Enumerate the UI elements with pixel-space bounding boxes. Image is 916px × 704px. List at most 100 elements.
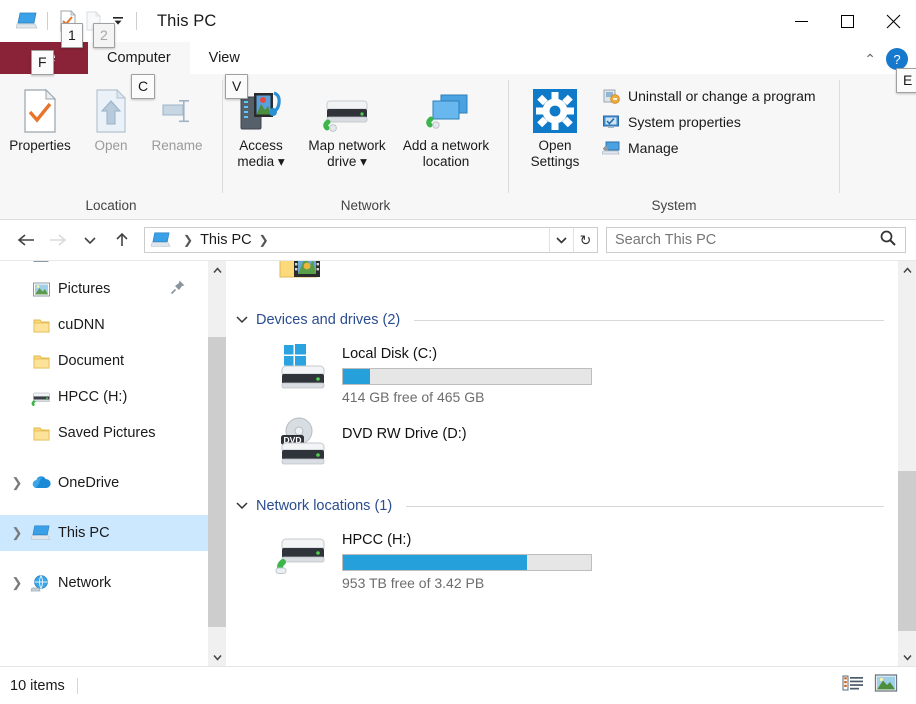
navigation-scrollbar[interactable]	[208, 261, 226, 666]
nav-label-network: Network	[58, 575, 112, 591]
large-icons-view-button[interactable]	[874, 673, 898, 698]
nav-item-hpcc[interactable]: HPCC (H:)	[0, 379, 208, 415]
local-disk-icon	[270, 341, 336, 393]
search-icon[interactable]	[879, 229, 897, 252]
nav-item-cudnn[interactable]: cuDNN	[0, 307, 208, 343]
content-scroll-up-button[interactable]	[898, 261, 916, 279]
uninstall-program-icon	[601, 86, 621, 106]
item-dvd-rw-drive-d[interactable]: DVD DVD RW Drive (D:)	[226, 411, 898, 475]
status-bar: 10 items	[0, 666, 916, 704]
ribbon-group-system-items: Open Settings Uninstall or change a prog…	[509, 74, 839, 196]
nav-scroll-track[interactable]	[208, 279, 226, 648]
nav-expander-this-pc[interactable]: ❯	[6, 525, 28, 541]
breadcrumb-dropdown-icon[interactable]	[549, 228, 573, 252]
nav-label-hpcc: HPCC (H:)	[58, 389, 128, 405]
ribbon-right-controls: ⌃ ?	[864, 48, 908, 70]
title-divider	[136, 12, 137, 30]
uninstall-program-button[interactable]: Uninstall or change a program	[599, 84, 822, 108]
item-hpcc-h[interactable]: HPCC (H:) 953 TB free of 3.42 PB	[226, 521, 898, 597]
breadcrumb-segment-this-pc[interactable]: This PC	[200, 232, 252, 248]
back-button[interactable]	[10, 225, 42, 255]
nav-scroll-down-button[interactable]	[208, 648, 226, 666]
close-button[interactable]	[870, 0, 916, 42]
content-scroll-track[interactable]	[898, 279, 916, 648]
open-settings-button[interactable]: Open Settings	[517, 82, 593, 174]
content-scroll-thumb[interactable]	[898, 471, 916, 631]
map-network-drive-button[interactable]: Map network drive ▾	[299, 82, 395, 174]
pictures-icon	[28, 281, 54, 298]
details-view-button[interactable]	[842, 674, 864, 697]
settings-gear-icon	[530, 86, 580, 136]
nav-scroll-up-button[interactable]	[208, 261, 226, 279]
view-buttons	[842, 673, 906, 698]
item-local-disk-c[interactable]: Local Disk (C:) 414 GB free of 465 GB	[226, 335, 898, 411]
nav-item-pictures[interactable]: Pictures	[0, 271, 208, 307]
window-title: This PC	[157, 11, 217, 30]
open-icon	[92, 86, 130, 136]
item-hpcc-h-label: HPCC (H:)	[342, 532, 412, 548]
tab-view[interactable]: View	[190, 42, 259, 74]
nav-item-onedrive[interactable]: ❯ OneDrive	[0, 465, 208, 501]
up-button[interactable]	[106, 225, 138, 255]
item-videos[interactable]: Videos	[226, 261, 898, 283]
keytip-qat-2: 2	[93, 23, 115, 48]
capacity-bar-hpcc-h	[342, 554, 592, 571]
recent-locations-button[interactable]	[74, 225, 106, 255]
qat-divider	[47, 12, 48, 30]
add-network-location-icon	[419, 86, 473, 136]
ribbon-divider-3	[839, 80, 840, 193]
content-scrollbar[interactable]	[898, 261, 916, 666]
search-input[interactable]	[615, 232, 879, 248]
network-icon	[28, 574, 54, 592]
group-title-devices: Devices and drives (2)	[256, 312, 401, 328]
system-properties-button[interactable]: System properties	[599, 110, 822, 134]
help-label: ?	[893, 51, 901, 67]
chevron-down-icon[interactable]	[236, 313, 250, 327]
ribbon-group-location-label: Location	[85, 198, 137, 213]
nav-item-saved-pictures[interactable]: Saved Pictures	[0, 415, 208, 451]
nav-group-gap-1	[0, 451, 208, 465]
pin-icon[interactable]	[170, 279, 186, 300]
folder-icon	[28, 317, 54, 334]
group-header-devices-and-drives[interactable]: Devices and drives (2)	[226, 305, 898, 335]
keytip-tab-computer: C	[131, 74, 156, 99]
capacity-bar-fill	[343, 369, 371, 384]
manage-button[interactable]: Manage	[599, 136, 822, 160]
help-button[interactable]: ?	[886, 48, 908, 70]
breadcrumb-separator-1[interactable]: ❯	[252, 233, 276, 247]
search-box[interactable]	[606, 227, 906, 253]
breadcrumb-separator-root[interactable]: ❯	[176, 233, 200, 247]
refresh-button[interactable]: ↻	[573, 228, 597, 252]
ribbon-group-location-items: Properties Open Rename	[0, 74, 222, 196]
maximize-button[interactable]	[824, 0, 870, 42]
nav-item-documents[interactable]: Documents	[0, 261, 208, 271]
content-list: Videos Devices and drives (2)	[226, 261, 898, 597]
nav-expander-onedrive[interactable]: ❯	[6, 475, 28, 491]
nav-item-network[interactable]: ❯ Network	[0, 565, 208, 601]
map-network-drive-label: Map network drive	[308, 138, 386, 169]
nav-item-this-pc[interactable]: ❯ This PC	[0, 515, 208, 551]
nav-expander-network[interactable]: ❯	[6, 575, 28, 591]
content-pane[interactable]: Videos Devices and drives (2)	[226, 261, 898, 666]
collapse-ribbon-icon[interactable]: ⌃	[864, 51, 876, 68]
nav-scroll-thumb[interactable]	[208, 337, 226, 627]
this-pc-icon	[14, 8, 40, 34]
pin-icon[interactable]	[170, 261, 186, 264]
ribbon-tab-row: File Computer View ⌃ ? F C V E	[0, 42, 916, 99]
content-scroll-down-button[interactable]	[898, 648, 916, 666]
group-header-network-locations[interactable]: Network locations (1)	[226, 491, 898, 521]
access-media-dropdown-icon[interactable]: ▾	[278, 154, 285, 169]
breadcrumb[interactable]: ❯ This PC ❯ ↻	[144, 227, 598, 253]
nav-item-document[interactable]: Document	[0, 343, 208, 379]
forward-button[interactable]	[42, 225, 74, 255]
keytip-help: E	[896, 68, 916, 93]
capacity-bar-fill	[343, 555, 527, 570]
add-network-location-button[interactable]: Add a network location	[395, 82, 497, 174]
minimize-button[interactable]	[778, 0, 824, 42]
ribbon-group-location: Properties Open Rename Location	[0, 74, 222, 220]
keytip-tab-view: V	[225, 74, 249, 99]
group-rule	[414, 319, 884, 321]
chevron-down-icon[interactable]	[236, 499, 250, 513]
map-drive-dropdown-icon[interactable]: ▾	[360, 154, 367, 169]
properties-button[interactable]: Properties	[0, 82, 80, 158]
